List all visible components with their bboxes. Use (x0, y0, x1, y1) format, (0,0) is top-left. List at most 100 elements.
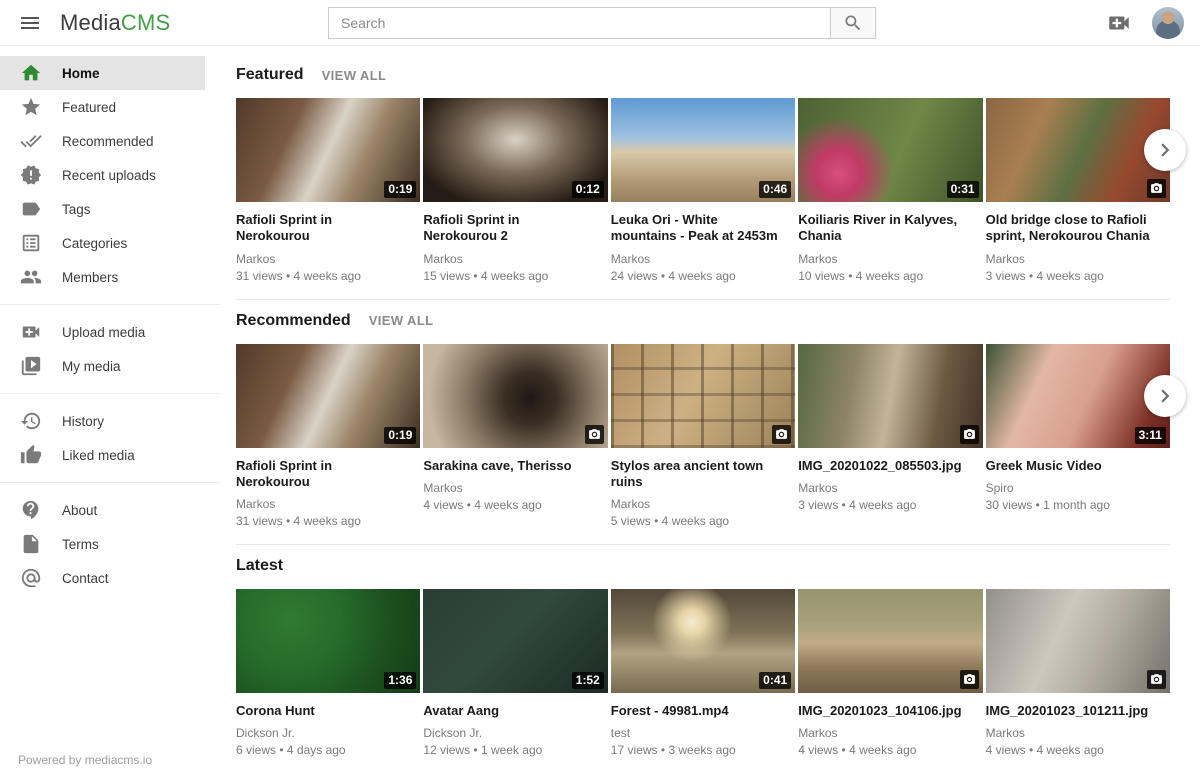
sidebar-item-about[interactable]: About (0, 493, 205, 527)
media-card[interactable]: Sarakina cave, Therisso Markos 4 views •… (423, 344, 607, 529)
media-title[interactable]: Rafioli Sprint in Nerokourou (236, 458, 420, 491)
media-thumbnail[interactable]: 3:11 (986, 344, 1170, 448)
media-card[interactable]: 0:12 Rafioli Sprint in Nerokourou 2 Mark… (423, 98, 607, 283)
video-call-icon[interactable] (1106, 10, 1132, 36)
media-thumbnail[interactable] (986, 589, 1170, 693)
photo-camera-icon (585, 425, 604, 444)
media-author[interactable]: Markos (423, 481, 607, 495)
sidebar-item-recommended[interactable]: Recommended (0, 124, 205, 158)
media-author[interactable]: Markos (611, 252, 795, 266)
media-thumbnail[interactable]: 1:52 (423, 589, 607, 693)
media-thumbnail[interactable] (986, 98, 1170, 202)
media-author[interactable]: Markos (236, 252, 420, 266)
sidebar-item-label: Home (62, 66, 100, 81)
media-thumbnail[interactable]: 0:41 (611, 589, 795, 693)
media-title[interactable]: Stylos area ancient town ruins (611, 458, 795, 491)
media-title[interactable]: Old bridge close to Rafioli sprint, Nero… (986, 212, 1170, 245)
media-author[interactable]: Markos (611, 497, 795, 511)
media-author[interactable]: Markos (423, 252, 607, 266)
media-title[interactable]: Rafioli Sprint in Nerokourou (236, 212, 420, 245)
logo[interactable]: MediaCMS (60, 10, 170, 36)
media-title[interactable]: IMG_20201023_101211.jpg (986, 703, 1170, 719)
search-input[interactable] (328, 7, 830, 39)
sidebar-divider (0, 482, 220, 483)
sidebar-item-upload-media[interactable]: Upload media (0, 315, 205, 349)
media-author[interactable]: Spiro (986, 481, 1170, 495)
media-author[interactable]: Markos (798, 481, 982, 495)
media-thumbnail[interactable]: 0:31 (798, 98, 982, 202)
media-title[interactable]: IMG_20201022_085503.jpg (798, 458, 982, 474)
sidebar-item-contact[interactable]: Contact (0, 561, 205, 595)
media-card[interactable]: Old bridge close to Rafioli sprint, Nero… (986, 98, 1170, 283)
media-author[interactable]: Markos (986, 252, 1170, 266)
section-latest: Latest 1:36 Corona Hunt Dickson Jr. 6 vi… (236, 557, 1170, 773)
carousel-next-button[interactable] (1144, 375, 1186, 417)
media-card[interactable]: 1:36 Corona Hunt Dickson Jr. 6 views • 4… (236, 589, 420, 757)
logo-cms: CMS (121, 10, 171, 35)
media-thumbnail[interactable] (798, 589, 982, 693)
photo-camera-icon (960, 670, 979, 689)
sidebar-item-liked-media[interactable]: Liked media (0, 438, 205, 472)
media-title[interactable]: Leuka Ori - White mountains - Peak at 24… (611, 212, 795, 245)
view-all-link[interactable]: VIEW ALL (322, 68, 387, 83)
media-card[interactable]: 0:19 Rafioli Sprint in Nerokourou Markos… (236, 98, 420, 283)
media-title[interactable]: Forest - 49981.mp4 (611, 703, 795, 719)
media-title[interactable]: Corona Hunt (236, 703, 420, 719)
section-title: Featured (236, 66, 304, 84)
card-row: 0:19 Rafioli Sprint in Nerokourou Markos… (236, 344, 1170, 529)
media-author[interactable]: Dickson Jr. (236, 726, 420, 740)
media-thumbnail[interactable] (423, 344, 607, 448)
media-card[interactable]: IMG_20201022_085503.jpg Markos 3 views •… (798, 344, 982, 529)
media-meta: 4 views • 4 weeks ago (986, 743, 1170, 757)
sidebar-item-history[interactable]: History (0, 404, 205, 438)
main-content: Featured VIEW ALL 0:19 Rafioli Sprint in… (220, 46, 1200, 775)
media-title[interactable]: Sarakina cave, Therisso (423, 458, 607, 474)
media-card[interactable]: 0:41 Forest - 49981.mp4 test 17 views • … (611, 589, 795, 757)
search-button[interactable] (830, 7, 876, 39)
sidebar-item-recent-uploads[interactable]: Recent uploads (0, 158, 205, 192)
sidebar-item-my-media[interactable]: My media (0, 349, 205, 383)
media-thumbnail[interactable] (611, 344, 795, 448)
media-thumbnail[interactable]: 0:46 (611, 98, 795, 202)
media-card[interactable]: 3:11 Greek Music Video Spiro 30 views • … (986, 344, 1170, 529)
at-email-icon (20, 567, 42, 589)
media-author[interactable]: Markos (986, 726, 1170, 740)
media-thumbnail[interactable]: 1:36 (236, 589, 420, 693)
sidebar-item-label: Members (62, 270, 118, 285)
duration-badge: 0:41 (759, 672, 791, 689)
avatar[interactable] (1152, 7, 1184, 39)
sidebar-item-members[interactable]: Members (0, 260, 205, 294)
media-title[interactable]: Koiliaris River in Kalyves, Chania (798, 212, 982, 245)
sidebar-item-home[interactable]: Home (0, 56, 205, 90)
media-thumbnail[interactable]: 0:12 (423, 98, 607, 202)
media-author[interactable]: Markos (798, 252, 982, 266)
carousel-next-button[interactable] (1144, 129, 1186, 171)
media-author[interactable]: Markos (236, 497, 420, 511)
media-title[interactable]: Avatar Aang (423, 703, 607, 719)
media-card[interactable]: IMG_20201023_101211.jpg Markos 4 views •… (986, 589, 1170, 757)
media-thumbnail[interactable] (798, 344, 982, 448)
media-card[interactable]: 1:52 Avatar Aang Dickson Jr. 12 views • … (423, 589, 607, 757)
media-thumbnail[interactable]: 0:19 (236, 344, 420, 448)
sidebar-item-tags[interactable]: Tags (0, 192, 205, 226)
sidebar-item-terms[interactable]: Terms (0, 527, 205, 561)
media-title[interactable]: IMG_20201023_104106.jpg (798, 703, 982, 719)
video-call-icon (20, 321, 42, 343)
section-title: Latest (236, 557, 283, 575)
media-card[interactable]: IMG_20201023_104106.jpg Markos 4 views •… (798, 589, 982, 757)
media-title[interactable]: Greek Music Video (986, 458, 1170, 474)
media-author[interactable]: test (611, 726, 795, 740)
sidebar-item-featured[interactable]: Featured (0, 90, 205, 124)
media-card[interactable]: 0:46 Leuka Ori - White mountains - Peak … (611, 98, 795, 283)
media-card[interactable]: 0:31 Koiliaris River in Kalyves, Chania … (798, 98, 982, 283)
media-author[interactable]: Markos (798, 726, 982, 740)
media-card[interactable]: Stylos area ancient town ruins Markos 5 … (611, 344, 795, 529)
view-all-link[interactable]: VIEW ALL (369, 313, 434, 328)
menu-icon[interactable] (10, 3, 50, 43)
media-title[interactable]: Rafioli Sprint in Nerokourou 2 (423, 212, 607, 245)
media-author[interactable]: Dickson Jr. (423, 726, 607, 740)
photo-camera-icon (1147, 179, 1166, 198)
sidebar-item-categories[interactable]: Categories (0, 226, 205, 260)
media-card[interactable]: 0:19 Rafioli Sprint in Nerokourou Markos… (236, 344, 420, 529)
media-thumbnail[interactable]: 0:19 (236, 98, 420, 202)
